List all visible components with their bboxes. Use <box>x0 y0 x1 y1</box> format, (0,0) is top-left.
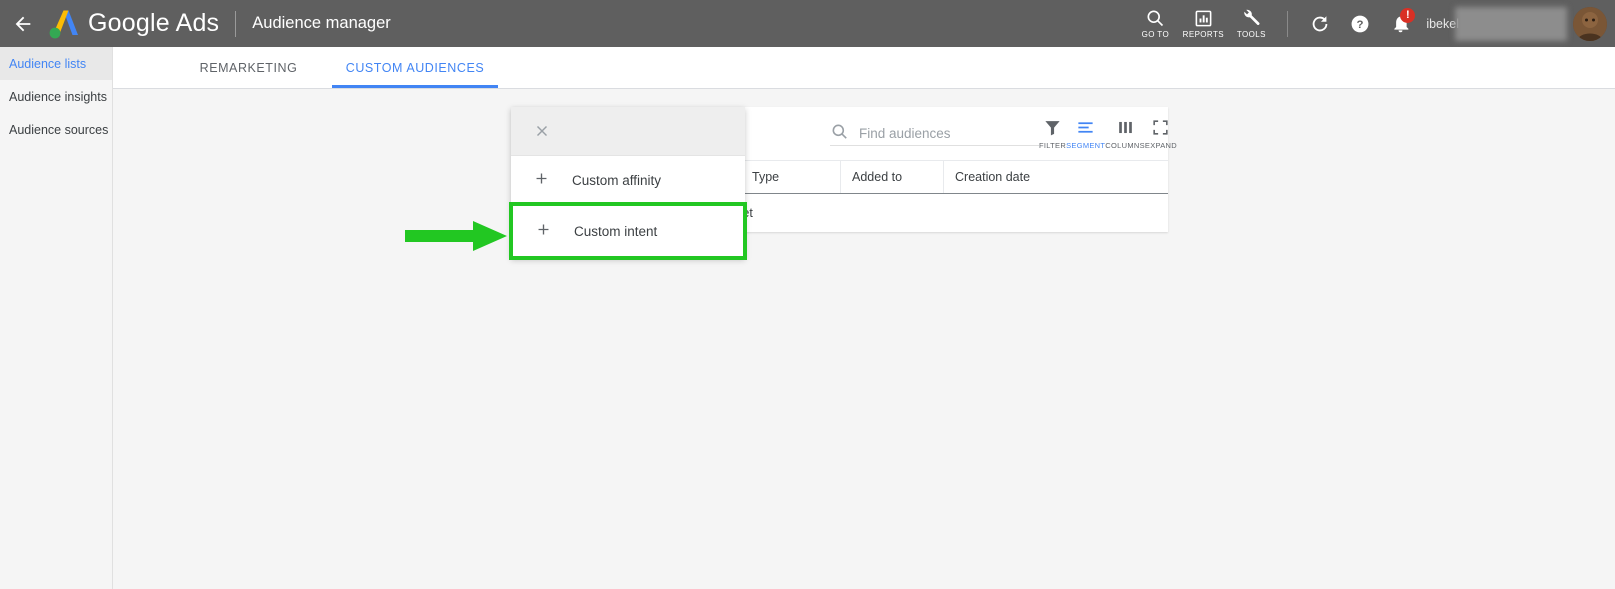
topbar-goto-label: GO TO <box>1141 30 1170 39</box>
sidebar: Audience lists Audience insights Audienc… <box>0 47 113 589</box>
help-question-icon: ? <box>1351 15 1369 32</box>
columns-button[interactable]: COLUMNS <box>1105 107 1145 160</box>
google-ads-logo-icon <box>44 7 82 41</box>
segment-label: SEGMENT <box>1066 140 1106 150</box>
topbar-goto-button[interactable]: GO TO <box>1131 0 1179 47</box>
green-arrow-pointing-right <box>403 219 509 253</box>
dropdown-item-custom-intent[interactable]: Custom intent <box>509 202 747 260</box>
plus-icon <box>535 221 552 241</box>
topbar-divider <box>1287 10 1289 37</box>
notification-badge: ! <box>1400 8 1416 23</box>
plus-icon <box>533 170 550 190</box>
filter-funnel-icon <box>1045 120 1060 135</box>
close-x-icon[interactable] <box>533 122 551 140</box>
brand-divider <box>235 10 237 37</box>
expand-label: EXPAND <box>1144 140 1177 150</box>
search-icon <box>1147 10 1164 27</box>
tab-label: CUSTOM AUDIENCES <box>345 60 485 75</box>
back-arrow-icon[interactable] <box>8 9 38 39</box>
table-header-cell-creation-date[interactable]: Creation date <box>943 161 1056 193</box>
segment-icon <box>1078 121 1093 133</box>
wrench-tools-icon <box>1244 9 1260 25</box>
notifications-button[interactable]: ! <box>1380 0 1420 47</box>
main-content: FILTER SEGMENT COLUMNS <box>113 89 1615 589</box>
page-title: Audience manager <box>252 14 391 32</box>
dropdown-item-custom-affinity[interactable]: Custom affinity <box>511 156 745 204</box>
table-header-cell-type[interactable]: Type <box>740 161 840 193</box>
table-header-cell-added-to[interactable]: Added to <box>840 161 943 193</box>
refresh-icon <box>1313 15 1328 31</box>
topbar-actions: GO TO REPORTS TOOLS ? ! ibekel <box>1131 0 1615 47</box>
topbar-reports-button[interactable]: REPORTS <box>1179 0 1227 47</box>
refresh-button[interactable] <box>1300 0 1340 47</box>
custom-audience-type-dropdown: Custom affinity Custom intent <box>509 107 747 260</box>
topbar-reports-label: REPORTS <box>1182 29 1224 39</box>
tab-bar: REMARKETING CUSTOM AUDIENCES <box>113 47 1615 89</box>
topbar-tools-button[interactable]: TOOLS <box>1227 0 1275 47</box>
tab-label: REMARKETING <box>199 60 298 75</box>
filter-button[interactable]: FILTER <box>1039 107 1066 160</box>
svg-text:?: ? <box>1357 19 1364 31</box>
help-button[interactable]: ? <box>1340 0 1380 47</box>
avatar[interactable] <box>1573 6 1607 41</box>
sidebar-item-audience-sources[interactable]: Audience sources <box>0 113 112 146</box>
columns-icon <box>1118 121 1132 133</box>
search-icon <box>832 124 847 139</box>
sidebar-item-audience-insights[interactable]: Audience insights <box>0 80 112 113</box>
search-field[interactable] <box>830 122 1039 146</box>
tab-remarketing[interactable]: REMARKETING <box>165 47 332 88</box>
column-label: Added to <box>852 170 903 184</box>
dropdown-item-label: Custom affinity <box>572 172 662 188</box>
top-app-bar: Google Ads Audience manager GO TO REPORT… <box>0 0 1615 47</box>
topbar-tools-label: TOOLS <box>1236 30 1266 39</box>
sidebar-item-audience-lists[interactable]: Audience lists <box>0 47 112 80</box>
expand-button[interactable]: EXPAND <box>1145 107 1177 160</box>
dropdown-header <box>511 107 745 156</box>
tab-custom-audiences[interactable]: CUSTOM AUDIENCES <box>332 47 498 88</box>
segment-button[interactable]: SEGMENT <box>1066 107 1105 160</box>
column-label: Type <box>752 170 780 184</box>
dropdown-item-label: Custom intent <box>574 223 658 239</box>
sidebar-item-label: Audience lists <box>9 56 87 71</box>
redacted-account-region <box>1455 6 1567 41</box>
sidebar-item-label: Audience insights <box>9 89 107 104</box>
sidebar-item-label: Audience sources <box>9 122 109 137</box>
search-input[interactable] <box>859 125 1039 141</box>
columns-label: COLUMNS <box>1105 140 1145 150</box>
filter-label: FILTER <box>1039 140 1067 150</box>
brand-name: Google Ads <box>88 9 220 37</box>
expand-icon <box>1153 119 1169 135</box>
column-label: Creation date <box>955 170 1031 184</box>
reports-bar-chart-icon <box>1195 10 1212 26</box>
